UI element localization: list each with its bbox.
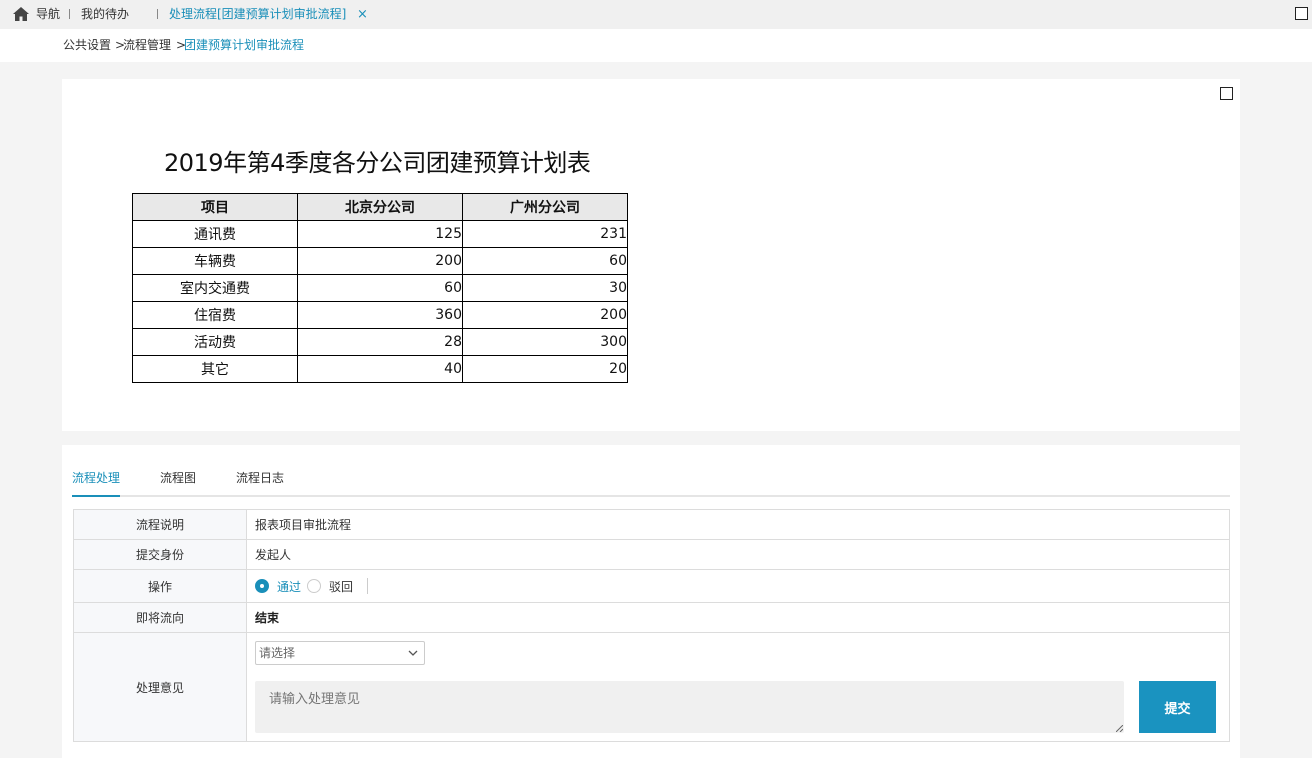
breadcrumb-item-public-settings[interactable]: 公共设置 xyxy=(63,29,111,62)
table-cell-beijing: 200 xyxy=(297,247,463,275)
top-tab-bar: 导航 我的待办 处理流程[团建预算计划审批流程] × xyxy=(0,0,1312,29)
table-cell-beijing: 125 xyxy=(297,220,463,248)
table-cell-item: 车辆费 xyxy=(132,247,298,275)
column-header: 广州分公司 xyxy=(462,193,628,221)
table-cell-guangzhou: 30 xyxy=(462,274,628,302)
form-row-next: 即将流向 结束 xyxy=(74,603,1229,633)
table-row: 活动费 28 300 xyxy=(132,328,628,356)
table-cell-guangzhou: 20 xyxy=(462,355,628,383)
reject-option-label[interactable]: 驳回 xyxy=(329,578,353,595)
tab-process-handle[interactable]: 流程处理 xyxy=(72,469,121,497)
opinion-label: 处理意见 xyxy=(74,633,247,741)
nav-tab[interactable]: 导航 xyxy=(36,0,60,29)
reject-radio[interactable] xyxy=(307,579,322,593)
breadcrumb-item-current: 团建预算计划审批流程 xyxy=(184,38,305,52)
breadcrumb: 公共设置 > 流程管理 > 团建预算计划审批流程 xyxy=(0,29,1312,62)
opinion-textarea[interactable] xyxy=(255,681,1124,733)
table-cell-guangzhou: 231 xyxy=(462,220,628,248)
table-cell-item: 住宿费 xyxy=(132,301,298,329)
table-cell-guangzhou: 60 xyxy=(462,247,628,275)
column-header: 北京分公司 xyxy=(297,193,463,221)
resize-handle-icon[interactable] xyxy=(1116,725,1123,732)
option-divider xyxy=(367,578,369,594)
form-row-action: 操作 通过 驳回 xyxy=(74,570,1229,603)
form-row-opinion: 处理意见 请选择 提交 xyxy=(74,633,1229,741)
approve-radio[interactable] xyxy=(255,579,269,593)
next-step-value: 结束 xyxy=(255,611,280,625)
process-tabs: 流程处理 流程图 流程日志 xyxy=(72,469,1230,497)
table-cell-guangzhou: 200 xyxy=(462,301,628,329)
description-label: 流程说明 xyxy=(74,510,247,539)
form-row-identity: 提交身份 发起人 xyxy=(74,540,1229,570)
column-header: 项目 xyxy=(132,193,298,221)
table-cell-beijing: 60 xyxy=(297,274,463,302)
table-header-row: 项目 北京分公司 广州分公司 xyxy=(132,193,628,221)
table-cell-guangzhou: 300 xyxy=(462,328,628,356)
home-icon[interactable] xyxy=(13,7,29,21)
report-title: 2019年第4季度各分公司团建预算计划表 xyxy=(164,149,591,177)
description-value: 报表项目审批流程 xyxy=(255,518,352,532)
breadcrumb-item-process-management[interactable]: 流程管理 xyxy=(123,29,171,62)
form-row-description: 流程说明 报表项目审批流程 xyxy=(74,510,1229,540)
todo-tab[interactable]: 我的待办 xyxy=(81,0,129,29)
table-cell-item: 室内交通费 xyxy=(132,274,298,302)
table-cell-beijing: 28 xyxy=(297,328,463,356)
identity-value: 发起人 xyxy=(255,548,292,562)
submit-button[interactable]: 提交 xyxy=(1139,681,1216,733)
tab-process-log[interactable]: 流程日志 xyxy=(236,469,284,497)
next-step-label: 即将流向 xyxy=(74,603,247,632)
process-form: 流程说明 报表项目审批流程 提交身份 发起人 操作 通过 驳回 即将流向 结束 … xyxy=(73,509,1230,742)
table-row: 通讯费 125 231 xyxy=(132,220,628,248)
approve-option-label[interactable]: 通过 xyxy=(277,578,301,595)
tab-divider xyxy=(157,9,158,19)
table-row: 其它 40 20 xyxy=(132,355,628,383)
identity-label: 提交身份 xyxy=(74,540,247,569)
report-panel: 2019年第4季度各分公司团建预算计划表 项目 北京分公司 广州分公司 通讯费 … xyxy=(62,79,1240,431)
table-cell-item: 活动费 xyxy=(132,328,298,356)
fullscreen-icon[interactable] xyxy=(1220,87,1233,100)
table-cell-item: 其它 xyxy=(132,355,298,383)
budget-table: 项目 北京分公司 广州分公司 通讯费 125 231 车辆费 200 60 室内… xyxy=(132,193,628,383)
close-tab-icon[interactable]: × xyxy=(357,0,368,29)
table-row: 室内交通费 60 30 xyxy=(132,274,628,302)
select-placeholder: 请选择 xyxy=(259,646,296,660)
action-options: 通过 驳回 xyxy=(255,570,369,602)
action-label: 操作 xyxy=(74,570,247,602)
chevron-down-icon xyxy=(408,650,418,656)
maximize-icon[interactable] xyxy=(1295,7,1308,20)
process-panel: 流程处理 流程图 流程日志 流程说明 报表项目审批流程 提交身份 发起人 操作 … xyxy=(62,445,1240,758)
active-process-tab[interactable]: 处理流程[团建预算计划审批流程] xyxy=(169,0,346,29)
table-row: 车辆费 200 60 xyxy=(132,247,628,275)
tab-divider xyxy=(69,9,70,19)
table-row: 住宿费 360 200 xyxy=(132,301,628,329)
table-cell-beijing: 360 xyxy=(297,301,463,329)
table-cell-beijing: 40 xyxy=(297,355,463,383)
opinion-select[interactable]: 请选择 xyxy=(255,641,425,665)
table-cell-item: 通讯费 xyxy=(132,220,298,248)
tab-process-diagram[interactable]: 流程图 xyxy=(160,469,196,497)
